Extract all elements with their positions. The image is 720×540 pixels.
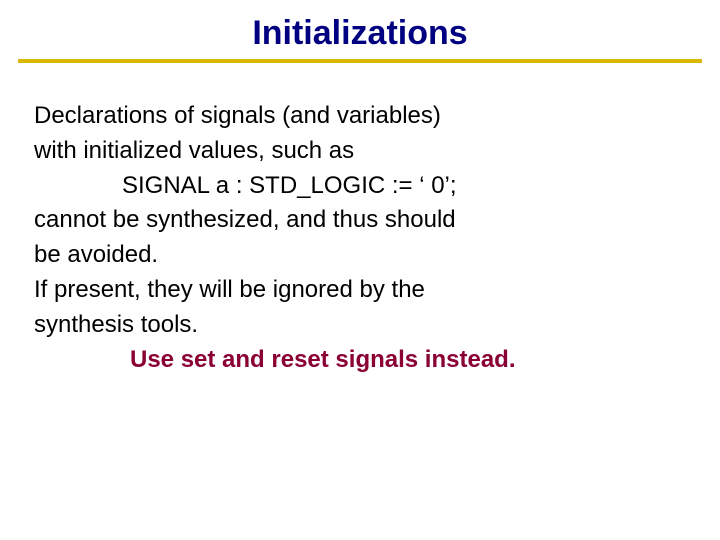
body-line: with initialized values, such as	[34, 134, 686, 169]
body-line: If present, they will be ignored by the	[34, 273, 686, 308]
body-line: be avoided.	[34, 238, 686, 273]
body-line: Declarations of signals (and variables)	[34, 99, 686, 134]
slide-body: Declarations of signals (and variables) …	[0, 63, 720, 377]
slide: Initializations Declarations of signals …	[0, 0, 720, 540]
body-line: synthesis tools.	[34, 308, 686, 343]
code-line: SIGNAL a : STD_LOGIC := ‘ 0’;	[34, 169, 686, 204]
body-line: cannot be synthesized, and thus should	[34, 203, 686, 238]
slide-title: Initializations	[0, 0, 720, 59]
emphasis-line: Use set and reset signals instead.	[34, 343, 686, 378]
